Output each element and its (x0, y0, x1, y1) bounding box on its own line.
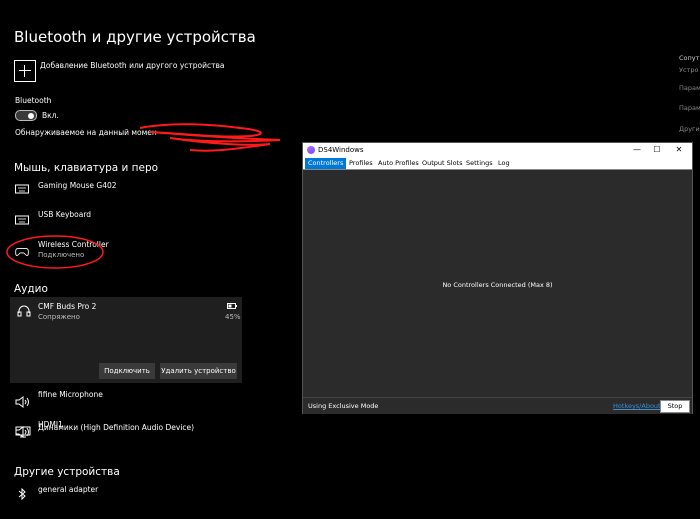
battery-level: 45% (225, 313, 241, 321)
speaker-icon (15, 426, 29, 438)
tab-auto-profiles[interactable]: Auto Profiles (375, 158, 422, 169)
keyboard-icon (15, 184, 29, 194)
window-titlebar[interactable]: DS4Windows — ☐ ✕ (303, 143, 692, 158)
audio-item-microphone[interactable] (15, 393, 31, 412)
audio-device-name[interactable]: Динамики (High Definition Audio Device) (38, 423, 194, 432)
status-bar: Using Exclusive Mode Hotkeys/About Stop (303, 397, 692, 414)
related-link[interactable]: Устро (679, 66, 698, 74)
connect-button[interactable]: Подключить (99, 363, 155, 379)
tab-settings[interactable]: Settings (463, 158, 496, 169)
close-icon[interactable]: ✕ (673, 145, 685, 154)
tab-controllers[interactable]: Controllers (305, 158, 347, 169)
device-name[interactable]: USB Keyboard (38, 210, 91, 219)
no-controllers-message: No Controllers Connected (Max 8) (442, 281, 553, 289)
add-device-button[interactable] (14, 60, 36, 82)
maximize-icon[interactable]: ☐ (651, 145, 663, 154)
remove-device-button[interactable]: Удалить устройство (160, 363, 237, 379)
red-scribble-annotation (139, 123, 281, 152)
ds4windows-logo-icon (307, 146, 315, 154)
mouse-section-header: Мышь, клавиатура и перо (14, 162, 159, 174)
add-device-label[interactable]: Добавление Bluetooth или другого устройс… (40, 61, 224, 70)
toggle-knob (28, 112, 34, 119)
tab-output-slots[interactable]: Output Slots (419, 158, 466, 169)
minimize-icon[interactable]: — (631, 145, 643, 154)
headset-icon (17, 305, 31, 317)
window-title: DS4Windows (318, 146, 364, 154)
tab-log[interactable]: Log (495, 158, 513, 169)
bluetooth-icon (18, 487, 26, 501)
hotkeys-about-link[interactable]: Hotkeys/About (613, 402, 661, 410)
audio-device-name[interactable]: fifine Microphone (38, 390, 103, 399)
status-mode-text: Using Exclusive Mode (308, 402, 379, 410)
ds4windows-window[interactable]: DS4Windows — ☐ ✕ Controllers Profiles Au… (302, 142, 693, 414)
related-link[interactable]: Другие (679, 125, 700, 133)
other-item-adapter[interactable] (17, 485, 27, 504)
tab-bar: Controllers Profiles Auto Profiles Outpu… (303, 158, 692, 170)
device-name[interactable]: Gaming Mouse G402 (38, 181, 117, 190)
tab-profiles[interactable]: Profiles (346, 158, 376, 169)
page-title: Bluetooth и другие устройства (14, 28, 256, 46)
controllers-panel: No Controllers Connected (Max 8) (303, 170, 692, 396)
keyboard-icon (15, 215, 29, 225)
related-settings-header: Сопут (679, 54, 700, 62)
audio-device-name: CMF Buds Pro 2 (38, 302, 97, 311)
other-device-name[interactable]: general adapter (38, 485, 98, 494)
bluetooth-label: Bluetooth (15, 96, 52, 105)
related-link[interactable]: Парам (679, 104, 700, 112)
speaker-icon (15, 396, 29, 408)
audio-section-header: Аудио (14, 283, 48, 295)
audio-device-selected[interactable]: CMF Buds Pro 2 Сопряжено 45% Подключить … (10, 297, 242, 383)
bluetooth-toggle[interactable] (15, 110, 37, 121)
device-item-mouse[interactable] (15, 180, 29, 199)
other-section-header: Другие устройства (14, 466, 120, 478)
device-item-keyboard[interactable] (15, 211, 29, 230)
red-circle-annotation (6, 235, 104, 269)
related-link[interactable]: Парам (679, 84, 700, 92)
bluetooth-state: Вкл. (42, 111, 59, 120)
battery-icon (227, 303, 237, 309)
stop-button[interactable]: Stop (660, 400, 690, 413)
audio-device-status: Сопряжено (38, 313, 80, 321)
